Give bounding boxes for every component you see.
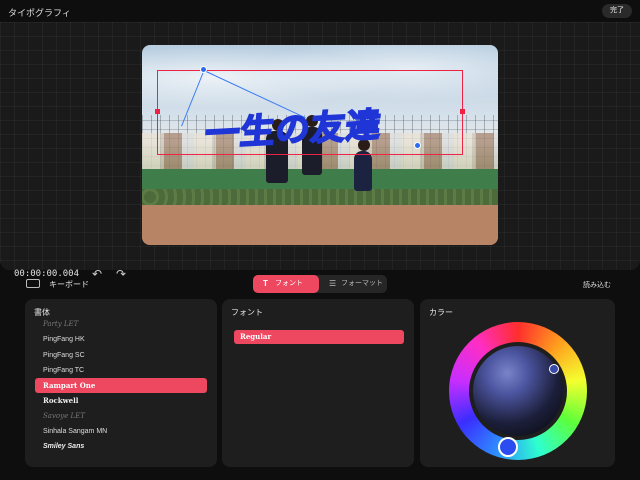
tab-format[interactable]: ☰ フォーマット: [323, 275, 387, 293]
tab-font-label: フォント: [275, 280, 303, 287]
font-item[interactable]: PingFang HK: [35, 332, 207, 347]
photo-bushes: [142, 189, 498, 205]
hue-color-wheel[interactable]: [449, 322, 587, 460]
font-item[interactable]: Smiley Sans: [35, 439, 207, 454]
person-3: [354, 151, 372, 191]
mode-segmented-control[interactable]: T フォント ☰ フォーマット: [253, 275, 387, 293]
done-button[interactable]: 完了: [602, 4, 632, 18]
photo-ground: [142, 205, 498, 245]
tab-format-label: フォーマット: [341, 280, 383, 287]
keyboard-label[interactable]: キーボード: [49, 279, 89, 290]
timecode: 00:00:00.004: [14, 269, 80, 279]
color-panel: カラー: [420, 299, 615, 467]
tab-font[interactable]: T フォント: [253, 275, 319, 293]
font-item[interactable]: Sinhala Sangam MN: [35, 424, 207, 439]
redo-icon[interactable]: ↷: [116, 267, 126, 281]
transform-pin-top[interactable]: [200, 66, 207, 73]
keyboard-icon[interactable]: [26, 279, 40, 288]
load-button[interactable]: 読み込む: [583, 280, 611, 290]
typeface-panel: 書体 Party LET PingFang HK PingFang SC Pin…: [25, 299, 217, 467]
typography-text-overlay[interactable]: 一生の友達: [202, 97, 384, 155]
font-item[interactable]: PingFang SC: [35, 348, 207, 363]
align-lines-icon: ☰: [329, 279, 337, 288]
color-panel-title: カラー: [429, 308, 453, 317]
font-weight-panel-title: フォント: [231, 308, 263, 317]
font-item[interactable]: Rockwell: [35, 393, 207, 408]
typeface-list[interactable]: Party LET PingFang HK PingFang SC PingFa…: [35, 317, 207, 455]
font-item[interactable]: Savoye LET: [35, 409, 207, 424]
font-item[interactable]: Party LET: [35, 317, 207, 332]
font-item-selected[interactable]: Rampart One: [35, 378, 207, 394]
undo-icon[interactable]: ↶: [92, 267, 102, 281]
transform-pin-right[interactable]: [414, 142, 421, 149]
resize-handle-right[interactable]: [460, 109, 465, 114]
text-t-icon: T: [263, 279, 268, 288]
editor-canvas[interactable]: 一生の友達 00:00:00.004 ↶ ↷: [0, 22, 640, 281]
saturation-brightness-disc[interactable]: [473, 346, 563, 436]
brightness-picker-knob[interactable]: [549, 364, 559, 374]
resize-handle-left[interactable]: [155, 109, 160, 114]
font-weight-panel: フォント Regular: [222, 299, 414, 467]
app-title: タイポグラフィ: [8, 8, 71, 18]
weight-item-selected[interactable]: Regular: [234, 330, 404, 344]
hue-picker-knob[interactable]: [498, 437, 518, 457]
font-item[interactable]: PingFang TC: [35, 363, 207, 378]
